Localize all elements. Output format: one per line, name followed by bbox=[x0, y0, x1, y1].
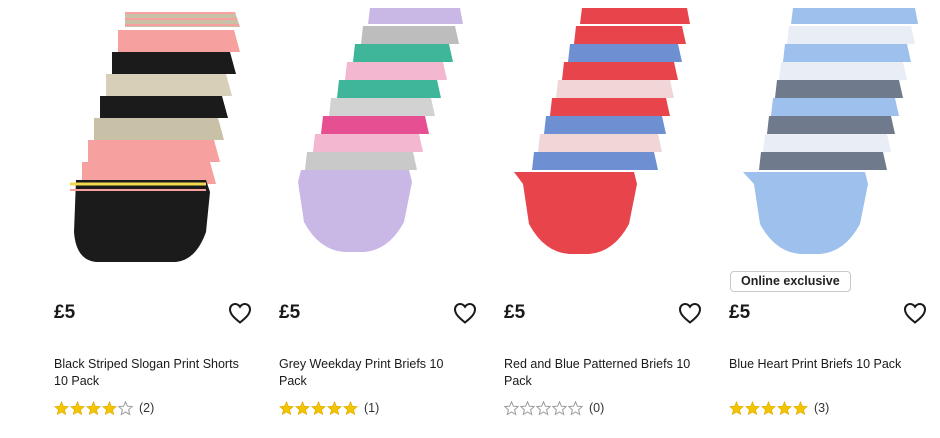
star-filled-icon bbox=[70, 400, 86, 416]
star-filled-icon bbox=[311, 400, 327, 416]
star-filled-icon bbox=[279, 400, 295, 416]
review-count: (2) bbox=[139, 401, 155, 415]
product-image[interactable] bbox=[30, 0, 255, 270]
product-price: £5 bbox=[729, 302, 751, 323]
product-image[interactable] bbox=[705, 0, 930, 270]
star-empty-icon bbox=[504, 400, 520, 416]
product-price: £5 bbox=[504, 302, 526, 323]
star-filled-icon bbox=[295, 400, 311, 416]
star-rating bbox=[504, 400, 584, 416]
star-filled-icon bbox=[729, 400, 745, 416]
review-count: (1) bbox=[364, 401, 380, 415]
star-filled-icon bbox=[793, 400, 809, 416]
star-filled-icon bbox=[745, 400, 761, 416]
star-empty-icon bbox=[118, 400, 134, 416]
product-title[interactable]: Blue Heart Print Briefs 10 Pack bbox=[729, 356, 921, 373]
wishlist-heart-icon[interactable] bbox=[453, 302, 477, 324]
product-title[interactable]: Grey Weekday Print Briefs 10 Pack bbox=[279, 356, 471, 390]
wishlist-heart-icon[interactable] bbox=[903, 302, 927, 324]
product-rating: (3) bbox=[729, 400, 829, 416]
star-filled-icon bbox=[343, 400, 359, 416]
wishlist-heart-icon[interactable] bbox=[228, 302, 252, 324]
star-empty-icon bbox=[536, 400, 552, 416]
product-rating: (2) bbox=[54, 400, 154, 416]
product-card[interactable]: £5 Grey Weekday Print Briefs 10 Pack (1) bbox=[255, 0, 480, 438]
product-rating: (1) bbox=[279, 400, 379, 416]
star-filled-icon bbox=[54, 400, 70, 416]
star-rating bbox=[54, 400, 134, 416]
star-rating bbox=[729, 400, 809, 416]
star-empty-icon bbox=[552, 400, 568, 416]
product-card[interactable]: Online exclusive £5 Blue Heart Print Bri… bbox=[705, 0, 930, 438]
product-card[interactable]: £5 Black Striped Slogan Print Shorts 10 … bbox=[30, 0, 255, 438]
review-count: (0) bbox=[589, 401, 605, 415]
product-image[interactable] bbox=[480, 0, 705, 270]
product-image[interactable] bbox=[255, 0, 480, 270]
product-title[interactable]: Red and Blue Patterned Briefs 10 Pack bbox=[504, 356, 696, 390]
star-empty-icon bbox=[520, 400, 536, 416]
product-price: £5 bbox=[279, 302, 301, 323]
star-filled-icon bbox=[102, 400, 118, 416]
product-grid: £5 Black Striped Slogan Print Shorts 10 … bbox=[0, 0, 940, 438]
star-filled-icon bbox=[761, 400, 777, 416]
star-filled-icon bbox=[777, 400, 793, 416]
online-exclusive-badge: Online exclusive bbox=[730, 271, 851, 292]
product-card[interactable]: £5 Red and Blue Patterned Briefs 10 Pack… bbox=[480, 0, 705, 438]
wishlist-heart-icon[interactable] bbox=[678, 302, 702, 324]
star-rating bbox=[279, 400, 359, 416]
product-title[interactable]: Black Striped Slogan Print Shorts 10 Pac… bbox=[54, 356, 246, 390]
product-rating: (0) bbox=[504, 400, 604, 416]
star-filled-icon bbox=[86, 400, 102, 416]
product-price: £5 bbox=[54, 302, 76, 323]
star-empty-icon bbox=[568, 400, 584, 416]
star-filled-icon bbox=[327, 400, 343, 416]
review-count: (3) bbox=[814, 401, 830, 415]
